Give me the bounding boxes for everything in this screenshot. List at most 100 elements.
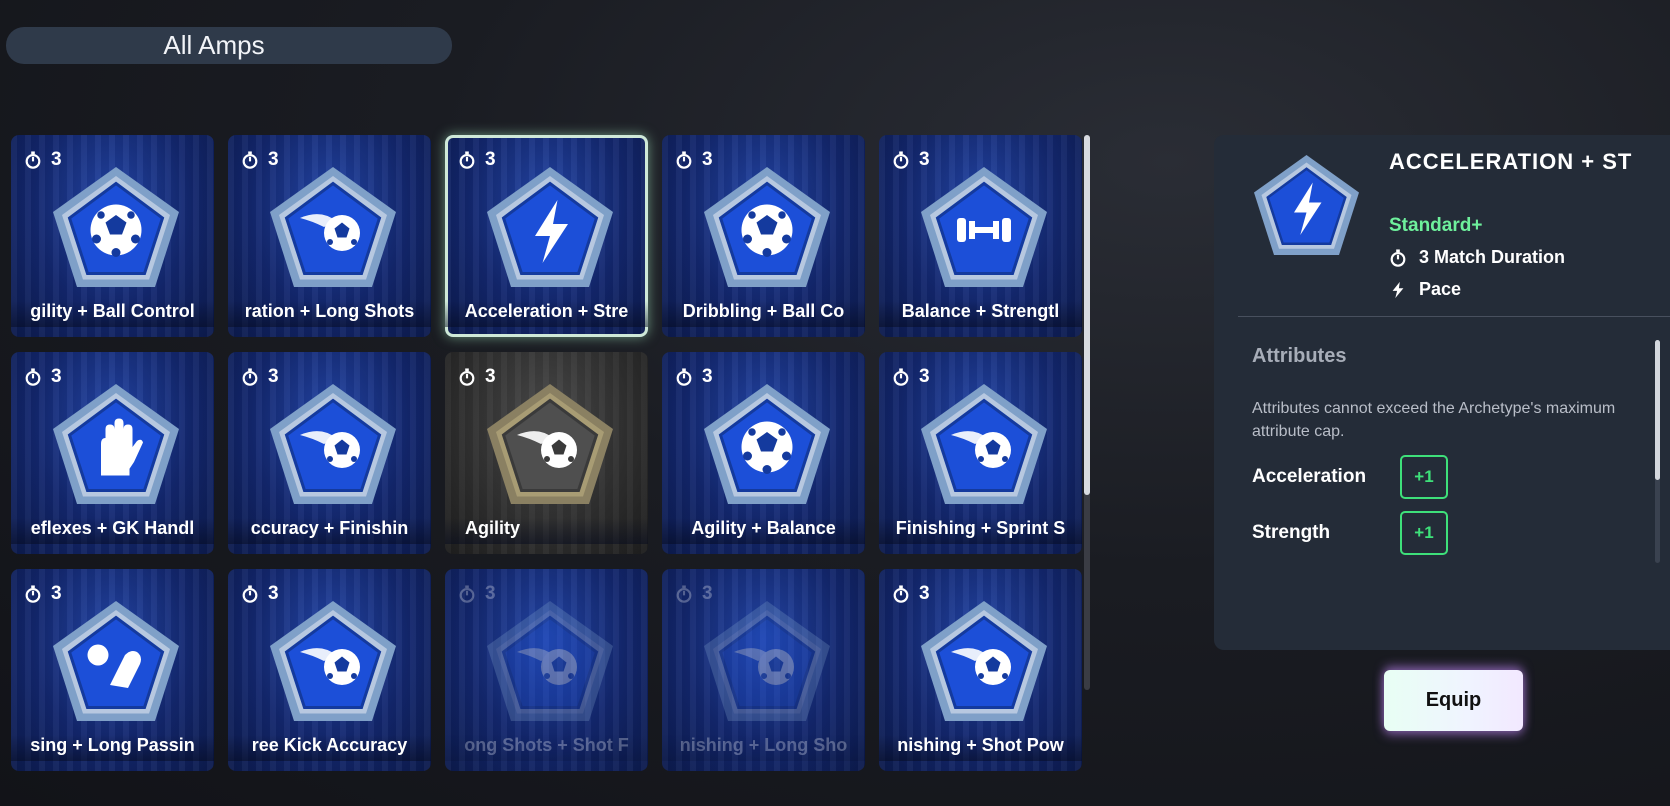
amp-label: gility + Ball Control: [11, 301, 214, 327]
amp-duration: 3: [24, 366, 62, 388]
equip-label: Equip: [1425, 689, 1482, 711]
amp-label: Agility + Balance: [662, 518, 865, 544]
amp-duration: 3: [241, 366, 279, 388]
amp-duration-value: 3: [919, 583, 930, 604]
stopwatch-icon: [25, 368, 41, 386]
detail-scrollbar[interactable]: [1655, 340, 1660, 563]
amp-duration-value: 3: [268, 149, 279, 170]
amp-card[interactable]: 3 Agility + Balance: [662, 352, 865, 554]
amp-label: nishing + Shot Pow: [879, 735, 1082, 761]
amp-duration: 3: [24, 149, 62, 171]
amp-label: Acceleration + Stre: [445, 301, 648, 327]
stopwatch-icon: [676, 151, 692, 169]
grid-scrollbar[interactable]: [1084, 135, 1090, 690]
amp-duration-value: 3: [268, 583, 279, 604]
amp-grid: 3 gility + Ball Control 3 ration + Long Sho…: [11, 135, 1082, 771]
amp-duration-value: 3: [485, 366, 496, 387]
fast-ball-icon: [475, 372, 625, 522]
amp-card[interactable]: 3 ong Shots + Shot F: [445, 569, 648, 771]
amp-card[interactable]: 3 Acceleration + Stre: [445, 135, 648, 337]
amp-duration: 3: [892, 366, 930, 388]
amp-detail-panel: ACCELERATION + ST Standard+ 3 Match Dura…: [1214, 135, 1670, 650]
amp-duration: 3: [241, 149, 279, 171]
amp-duration: 3: [892, 149, 930, 171]
detail-category-text: Pace: [1419, 279, 1462, 299]
detail-duration: 3 Match Duration: [1389, 247, 1565, 268]
attribute-row: Acceleration +1: [1252, 455, 1448, 499]
amp-duration-value: 3: [51, 366, 62, 387]
stopwatch-icon: [242, 585, 258, 603]
stopwatch-icon: [676, 585, 692, 603]
attributes-heading: Attributes: [1252, 345, 1347, 367]
amp-card[interactable]: 3 ccuracy + Finishin: [228, 352, 431, 554]
amp-duration: 3: [458, 583, 496, 605]
fast-ball-icon: [258, 372, 408, 522]
attribute-name: Acceleration: [1252, 466, 1367, 487]
amp-card[interactable]: 3 nishing + Long Sho: [662, 569, 865, 771]
detail-scrollbar-thumb[interactable]: [1655, 340, 1660, 480]
amp-duration-value: 3: [919, 149, 930, 170]
fast-ball-icon: [475, 589, 625, 739]
amp-label: Balance + Strengtl: [879, 301, 1082, 327]
amp-duration-value: 3: [485, 583, 496, 604]
stopwatch-icon: [676, 368, 692, 386]
amp-label: Agility: [445, 518, 648, 544]
detail-divider: [1238, 316, 1670, 317]
ball-icon: [692, 372, 842, 522]
amp-duration-value: 3: [268, 366, 279, 387]
amp-label: eflexes + GK Handl: [11, 518, 214, 544]
detail-duration-text: 3 Match Duration: [1419, 247, 1566, 267]
amp-duration-value: 3: [485, 149, 496, 170]
grid-scrollbar-thumb[interactable]: [1084, 135, 1090, 495]
amp-card[interactable]: 3 sing + Long Passin: [11, 569, 214, 771]
amp-label: nishing + Long Sho: [662, 735, 865, 761]
boot-ball-icon: [41, 589, 191, 739]
stopwatch-icon: [242, 151, 258, 169]
detail-badge-icon: [1244, 145, 1369, 270]
ball-icon: [41, 155, 191, 305]
attribute-row: Strength +1: [1252, 511, 1448, 555]
stopwatch-icon: [459, 151, 475, 169]
stopwatch-icon: [459, 368, 475, 386]
amp-duration-value: 3: [51, 149, 62, 170]
fast-ball-icon: [258, 589, 408, 739]
attribute-value: +1: [1400, 455, 1448, 499]
amp-duration: 3: [241, 583, 279, 605]
fast-ball-icon: [909, 372, 1059, 522]
stopwatch-icon: [242, 368, 258, 386]
equip-button[interactable]: Equip: [1384, 670, 1523, 731]
amp-duration: 3: [458, 149, 496, 171]
amp-duration-value: 3: [702, 366, 713, 387]
amp-duration: 3: [675, 149, 713, 171]
amp-duration-value: 3: [919, 366, 930, 387]
amp-label: Finishing + Sprint S: [879, 518, 1082, 544]
detail-title: ACCELERATION + ST: [1389, 149, 1633, 174]
amp-card[interactable]: 3 Agility: [445, 352, 648, 554]
amp-duration: 3: [458, 366, 496, 388]
amp-card[interactable]: 3 Finishing + Sprint S: [879, 352, 1082, 554]
amp-duration-value: 3: [702, 149, 713, 170]
amp-card[interactable]: 3 Dribbling + Ball Co: [662, 135, 865, 337]
amp-card[interactable]: 3 nishing + Shot Pow: [879, 569, 1082, 771]
amp-card[interactable]: 3 ration + Long Shots: [228, 135, 431, 337]
detail-tier: Standard+: [1389, 215, 1483, 236]
attributes-note: Attributes cannot exceed the Archetype's…: [1252, 400, 1616, 440]
stopwatch-icon: [25, 585, 41, 603]
lightning-icon: [475, 155, 625, 305]
amp-label: ccuracy + Finishin: [228, 518, 431, 544]
amp-card[interactable]: 3 gility + Ball Control: [11, 135, 214, 337]
stopwatch-icon: [25, 151, 41, 169]
amp-label: ree Kick Accuracy: [228, 735, 431, 761]
amp-label: sing + Long Passin: [11, 735, 214, 761]
amp-card[interactable]: 3 eflexes + GK Handl: [11, 352, 214, 554]
amp-card[interactable]: 3 ree Kick Accuracy: [228, 569, 431, 771]
amp-card[interactable]: 3 Balance + Strengtl: [879, 135, 1082, 337]
filter-label: All Amps: [163, 30, 265, 60]
ball-icon: [692, 155, 842, 305]
all-amps-filter[interactable]: All Amps: [6, 27, 452, 64]
amp-duration: 3: [24, 583, 62, 605]
amp-duration: 3: [675, 583, 713, 605]
amp-label: ong Shots + Shot F: [445, 735, 648, 761]
attribute-name: Strength: [1252, 522, 1331, 543]
stopwatch-icon: [893, 585, 909, 603]
